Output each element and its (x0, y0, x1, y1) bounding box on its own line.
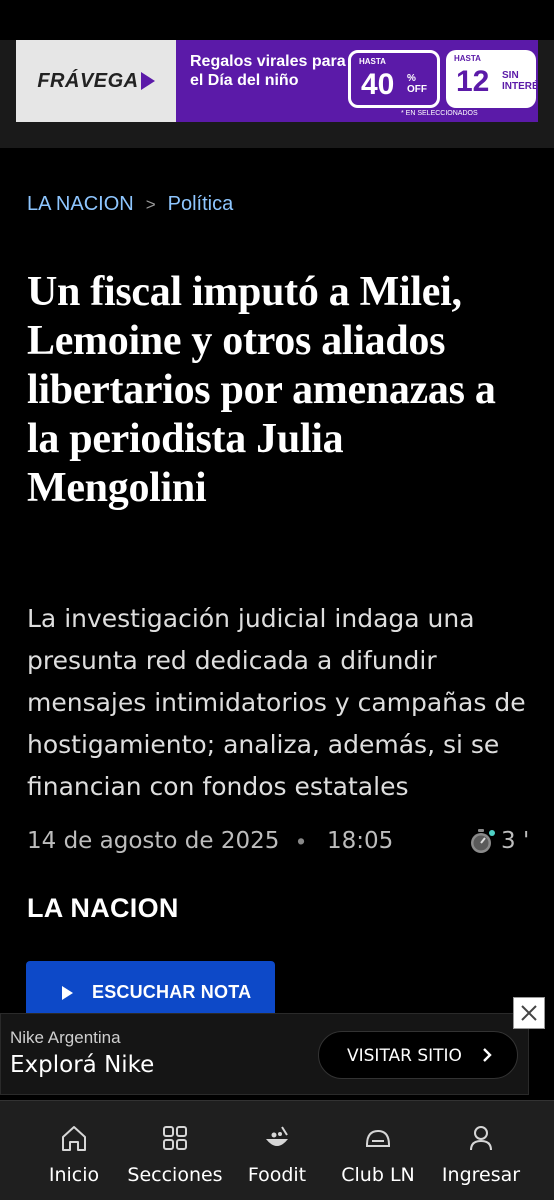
breadcrumb-section-link[interactable]: Política (168, 193, 234, 215)
ad-promo-text: Regalos virales para el Día del niño (190, 53, 346, 89)
bottom-banner-ad[interactable]: Nike Argentina Explorá Nike VISITAR SITI… (0, 1013, 529, 1095)
grid-icon (163, 1126, 187, 1150)
play-icon (62, 986, 73, 1000)
nav-item-club-ln[interactable]: Club LN (323, 1101, 433, 1200)
visit-site-button[interactable]: VISITAR SITIO (318, 1031, 518, 1079)
nav-label-inicio: Inicio (48, 1164, 100, 1186)
ad-brand-name: FRÁVEGA (37, 69, 139, 92)
ad-advertiser: Nike Argentina (10, 1028, 121, 1047)
status-bar (0, 0, 554, 40)
installments-badge: HASTA 12 SIN INTERÉS (446, 50, 538, 108)
listen-button-label: ESCUCHAR NOTA (92, 982, 252, 1002)
nav-item-secciones[interactable]: Secciones (120, 1101, 230, 1200)
nav-item-foodit[interactable]: Foodit (222, 1101, 332, 1200)
brand-arrow-icon (140, 72, 155, 90)
nav-label-secciones: Secciones (127, 1164, 223, 1186)
nav-label-foodit: Foodit (247, 1164, 307, 1186)
article-headline: Un fiscal imputó a Milei, Lemoine y otro… (27, 269, 496, 511)
top-banner-ad-container: FRÁVEGA Regalos virales para el Día del … (0, 40, 554, 148)
nav-label-ingresar: Ingresar (441, 1164, 521, 1186)
ad-promo-panel: Regalos virales para el Día del niño HAS… (176, 40, 538, 122)
nav-item-ingresar[interactable]: Ingresar (426, 1101, 536, 1200)
ad-close-button[interactable] (513, 997, 545, 1029)
installments-badge-prefix: HASTA (454, 54, 481, 63)
nav-item-inicio[interactable]: Inicio (19, 1101, 129, 1200)
article-subheadline: La investigación judicial indaga una pre… (27, 604, 526, 801)
fravega-banner-ad[interactable]: FRÁVEGA Regalos virales para el Día del … (16, 40, 538, 122)
discount-badge-value: 40 (361, 68, 395, 101)
food-icon (266, 1126, 288, 1146)
club-icon (366, 1129, 390, 1147)
user-icon (470, 1126, 492, 1151)
article-author[interactable]: LA NACION (27, 893, 179, 924)
installments-badge-suffix: SIN INTERÉS (502, 70, 538, 92)
ad-title: Explorá Nike (10, 1052, 155, 1078)
breadcrumb-separator: > (145, 195, 156, 214)
installments-badge-value: 12 (456, 65, 490, 98)
stopwatch-icon (471, 829, 495, 853)
article-date: 14 de agosto de 2025 (27, 828, 280, 854)
breadcrumb: LA NACION > Política (27, 191, 233, 218)
close-icon (521, 1005, 537, 1021)
bottom-navigation: Inicio Secciones Foodit Club LN Ingresar (0, 1100, 554, 1200)
fravega-logo: FRÁVEGA (16, 40, 176, 122)
home-icon (62, 1126, 86, 1151)
article-meta: 14 de agosto de 2025 • 18:05 3 ' (27, 826, 547, 858)
discount-badge-prefix: HASTA (359, 57, 386, 66)
breadcrumb-home-link[interactable]: LA NACION (27, 193, 134, 215)
discount-badge: HASTA 40 % OFF (348, 50, 440, 108)
chevron-right-icon (483, 1048, 492, 1062)
meta-separator-dot: • (297, 828, 306, 854)
ad-fineprint: * EN SELECCIONADOS (401, 110, 478, 117)
article-time: 18:05 (327, 828, 394, 854)
nav-label-club-ln: Club LN (341, 1164, 415, 1186)
discount-badge-suffix: % OFF (407, 73, 427, 95)
visit-site-label: VISITAR SITIO (347, 1046, 462, 1066)
read-time: 3 ' (501, 828, 530, 854)
